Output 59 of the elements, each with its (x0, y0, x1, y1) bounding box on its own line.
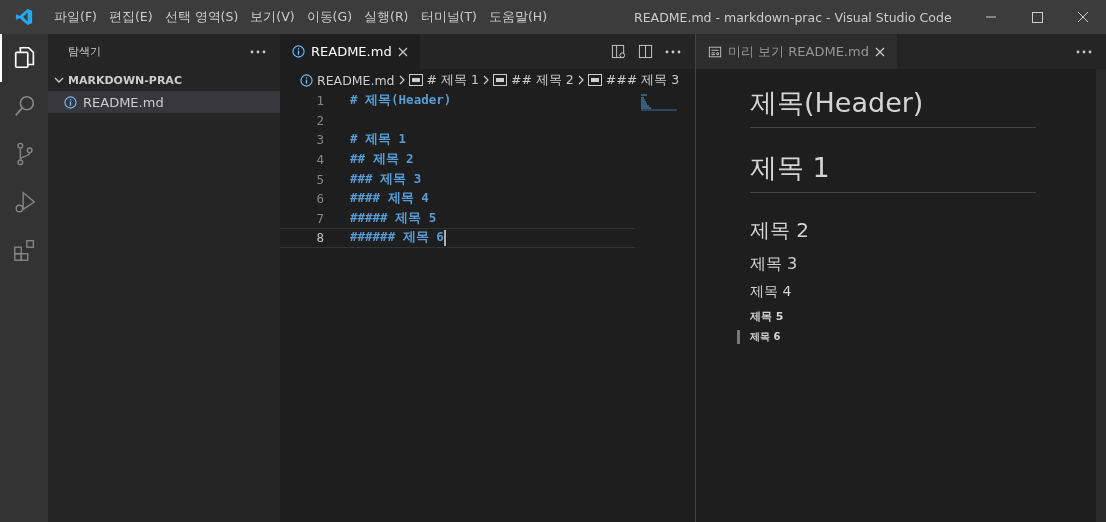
breadcrumb-item[interactable]: README.md (317, 72, 395, 88)
code-line: ##### 제목 5 (350, 209, 437, 227)
text-cursor (443, 229, 446, 246)
chevron-icon (577, 75, 584, 85)
preview-heading: 제목(Header) (750, 87, 924, 118)
code-line: #### 제목 4 (350, 190, 429, 208)
menu-item[interactable]: 도움말(H) (482, 8, 554, 26)
symbol-icon (408, 74, 423, 86)
preview-heading: 제목 5 (750, 310, 784, 323)
file-item[interactable]: README.md (48, 91, 280, 113)
menu-item[interactable]: 실행(R) (358, 8, 415, 26)
preview-icon (708, 44, 722, 59)
more-icon[interactable] (1076, 49, 1092, 54)
info-icon (300, 73, 313, 87)
menu-item[interactable]: 보기(V) (244, 8, 301, 26)
breadcrumb-item[interactable]: # 제목 1 (426, 71, 479, 89)
info-icon (292, 45, 305, 58)
more-icon[interactable] (665, 49, 681, 54)
menu-item[interactable]: 터미널(T) (414, 8, 483, 26)
preview-heading: 제목 6 (750, 331, 781, 342)
chevron-icon (398, 75, 405, 85)
app-logo-icon (15, 8, 33, 26)
line-number: 8 (315, 230, 325, 246)
code-line: # 제목 1 (350, 131, 407, 149)
line-number: 2 (315, 112, 325, 128)
line-number: 3 (315, 132, 325, 148)
breadcrumb-item[interactable]: ### 제목 3 (605, 71, 680, 89)
line-number: 4 (315, 152, 325, 168)
code-line: ## 제목 2 (350, 151, 414, 169)
window-title: README.md - markdown-prac - Visual Studio Code (634, 9, 952, 25)
code-line: # 제목(Header) (350, 92, 452, 110)
code-line: ###### 제목 6 (350, 229, 444, 247)
folder-row[interactable]: MARKDOWN-PRAC (48, 69, 280, 91)
preview-side-icon[interactable] (611, 44, 626, 59)
close-icon[interactable] (397, 46, 408, 57)
menu-item[interactable]: 편집(E) (102, 8, 159, 26)
close-icon[interactable] (874, 46, 885, 57)
preview-heading: 제목 1 (750, 152, 830, 183)
preview-heading: 제목 4 (750, 283, 792, 299)
sidebar-title: 탐색기 (68, 44, 101, 59)
symbol-icon (492, 74, 507, 86)
preview-heading: 제목 2 (750, 218, 810, 242)
more-icon[interactable] (250, 49, 266, 54)
code-line: ### 제목 3 (350, 170, 422, 188)
menu-item[interactable]: 선택 영역(S) (158, 8, 245, 26)
menu-item[interactable]: 이동(G) (300, 8, 359, 26)
editor-tab[interactable]: README.md (280, 34, 420, 69)
line-number: 7 (315, 210, 325, 226)
line-number: 6 (315, 191, 325, 207)
line-number: 1 (315, 93, 325, 109)
menu-item[interactable]: 파일(F) (48, 8, 103, 26)
info-icon (64, 95, 77, 109)
breadcrumb-item[interactable]: ## 제목 2 (510, 71, 574, 89)
symbol-icon (587, 74, 602, 86)
line-number: 5 (315, 171, 325, 187)
preview-tab[interactable]: 미리 보기 README.md (696, 34, 897, 69)
split-editor-icon[interactable] (638, 44, 653, 59)
chevron-icon (482, 75, 489, 85)
preview-heading: 제목 3 (750, 254, 798, 273)
